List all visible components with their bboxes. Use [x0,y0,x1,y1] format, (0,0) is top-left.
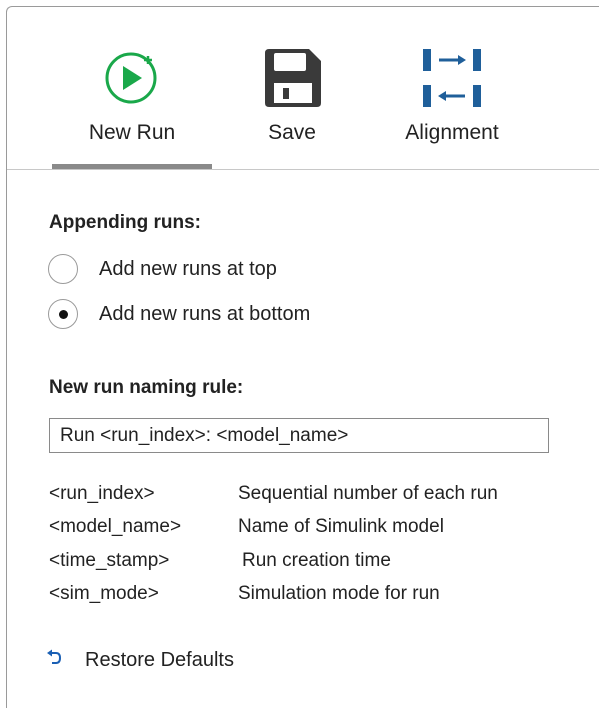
toolbar: New Run Save Alignment [7,7,599,170]
undo-icon [45,649,63,672]
align-arrows-icon [419,47,485,114]
floppy-disk-icon [261,47,323,114]
token-name: <model_name> [49,516,182,537]
run-settings-panel: New Run Save Alignment Appending runs: A… [6,6,599,708]
alignment-label: Alignment [405,121,499,144]
token-description: Run creation time [242,550,391,571]
token-description: Sequential number of each run [238,483,498,504]
play-plus-icon [102,47,162,112]
naming-rule-heading: New run naming rule: [49,377,244,398]
radio-button[interactable] [48,254,78,284]
save-label: Save [268,121,316,144]
new-run-label: New Run [88,121,176,144]
radio-add-at-bottom[interactable]: Add new runs at bottom [48,298,310,330]
token-description: Name of Simulink model [238,516,444,537]
radio-add-at-top[interactable]: Add new runs at top [48,253,277,285]
save-button[interactable]: Save [252,7,332,169]
radio-label: Add new runs at top [99,257,277,280]
appending-runs-heading: Appending runs: [49,212,201,233]
radio-button-selected[interactable] [48,299,78,329]
new-run-button[interactable]: New Run [52,7,212,169]
restore-defaults-link[interactable]: Restore Defaults [45,646,234,674]
naming-rule-input[interactable] [49,418,549,453]
alignment-button[interactable]: Alignment [392,7,512,169]
token-description: Simulation mode for run [238,583,440,604]
token-name: <time_stamp> [49,550,170,571]
token-name: <sim_mode> [49,583,159,604]
token-name: <run_index> [49,483,155,504]
active-tab-indicator [52,164,212,169]
radio-label: Add new runs at bottom [99,302,311,325]
restore-defaults-label: Restore Defaults [85,648,234,671]
